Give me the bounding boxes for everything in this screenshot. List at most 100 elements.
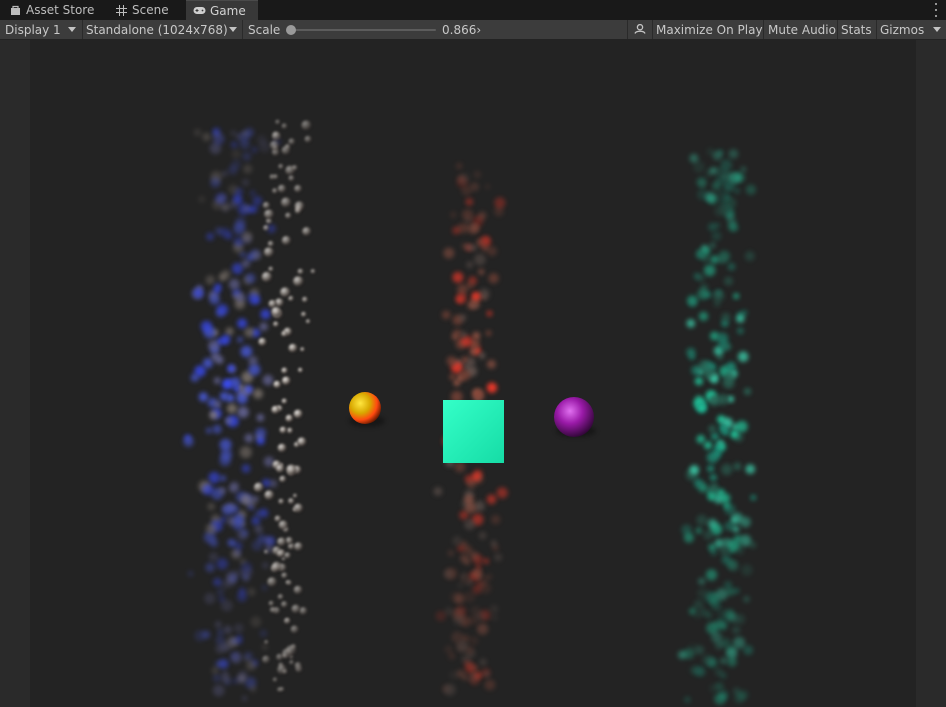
tab-scene[interactable]: Scene (104, 0, 186, 20)
tab-game[interactable]: Game (186, 0, 258, 20)
particle (463, 659, 471, 668)
yellow-orange-sphere[interactable] (349, 392, 381, 424)
purple-sphere[interactable] (554, 397, 594, 437)
metal-bead (293, 276, 304, 287)
particle (721, 555, 731, 565)
particle (709, 683, 719, 693)
particle (740, 166, 747, 173)
particle (683, 532, 695, 543)
particle (708, 425, 717, 433)
teal-particles (677, 147, 757, 705)
metal-bead (293, 409, 303, 419)
particle (728, 539, 740, 551)
particle (462, 674, 469, 681)
particle (484, 183, 491, 190)
maximize-on-play-toggle[interactable]: Maximize On Play (652, 20, 763, 39)
metal-bead (264, 209, 274, 220)
display-dropdown[interactable]: Display 1 (0, 20, 82, 39)
metal-bead (310, 269, 316, 274)
particle (248, 363, 261, 376)
metal-bead (267, 240, 274, 247)
particle (707, 518, 718, 529)
particle (240, 529, 249, 537)
particle (193, 128, 202, 137)
scale-slider-handle[interactable] (286, 25, 296, 35)
particle (731, 625, 741, 635)
particle (469, 550, 479, 560)
stats-toggle[interactable]: Stats (838, 20, 876, 39)
particle (698, 404, 706, 412)
particle (244, 327, 255, 338)
audio-listener-button[interactable] (628, 20, 652, 39)
metal-bead (271, 405, 280, 414)
particle (262, 374, 274, 386)
particle (750, 494, 757, 501)
particle (221, 599, 233, 612)
particle (717, 256, 726, 264)
game-viewport[interactable] (0, 40, 946, 707)
particle (695, 250, 704, 259)
more-options-icon[interactable] (934, 3, 938, 17)
particle (452, 536, 462, 546)
particle (452, 226, 461, 235)
particle (233, 623, 244, 634)
metal-bead (291, 604, 301, 614)
teal-cube[interactable] (443, 400, 504, 463)
metal-bead (281, 367, 288, 374)
tab-label: Scene (132, 3, 169, 17)
particle (449, 373, 456, 381)
particle (476, 574, 489, 587)
particle (699, 181, 706, 188)
particle (251, 146, 258, 154)
gizmos-dropdown[interactable]: Gizmos (877, 20, 946, 39)
particle (461, 209, 474, 221)
particle (205, 562, 215, 573)
particle (482, 236, 490, 244)
particle (718, 442, 727, 451)
particle (224, 679, 231, 686)
particle (209, 294, 220, 305)
particle (488, 273, 499, 284)
particle (494, 197, 506, 209)
particle (711, 231, 722, 241)
particle (473, 389, 485, 401)
metal-bead (281, 330, 288, 337)
particle (470, 663, 479, 671)
particle (248, 356, 258, 366)
particle (469, 347, 478, 357)
particle (743, 595, 750, 603)
particle (239, 446, 252, 459)
metal-bead (262, 655, 271, 664)
particle (710, 432, 719, 441)
particle (205, 523, 217, 535)
gamepad-icon (192, 4, 206, 18)
particle (709, 242, 716, 249)
particle (183, 436, 194, 447)
mute-audio-toggle[interactable]: Mute Audio (764, 20, 836, 39)
particle (708, 195, 718, 205)
particle (479, 658, 487, 666)
particle (727, 262, 736, 271)
metal-bead (278, 520, 288, 530)
metal-bead (261, 271, 272, 283)
particle (705, 569, 718, 581)
particle (259, 322, 268, 331)
metal-bead (276, 653, 284, 661)
particle (220, 475, 227, 482)
particle (252, 250, 262, 261)
tab-asset-store[interactable]: Asset Store (0, 0, 104, 20)
metal-bead (276, 550, 285, 558)
particle (208, 552, 219, 562)
particle (697, 587, 709, 600)
particle (461, 185, 472, 196)
resolution-dropdown[interactable]: Standalone (1024x768) (82, 20, 242, 39)
particle (443, 683, 456, 696)
metal-bead (278, 498, 284, 505)
particle (731, 224, 739, 232)
particle (460, 573, 467, 580)
particle (490, 540, 498, 547)
scale-slider-track[interactable] (290, 29, 436, 31)
particle (472, 331, 481, 340)
metal-bead (294, 662, 302, 670)
particle (741, 564, 753, 576)
